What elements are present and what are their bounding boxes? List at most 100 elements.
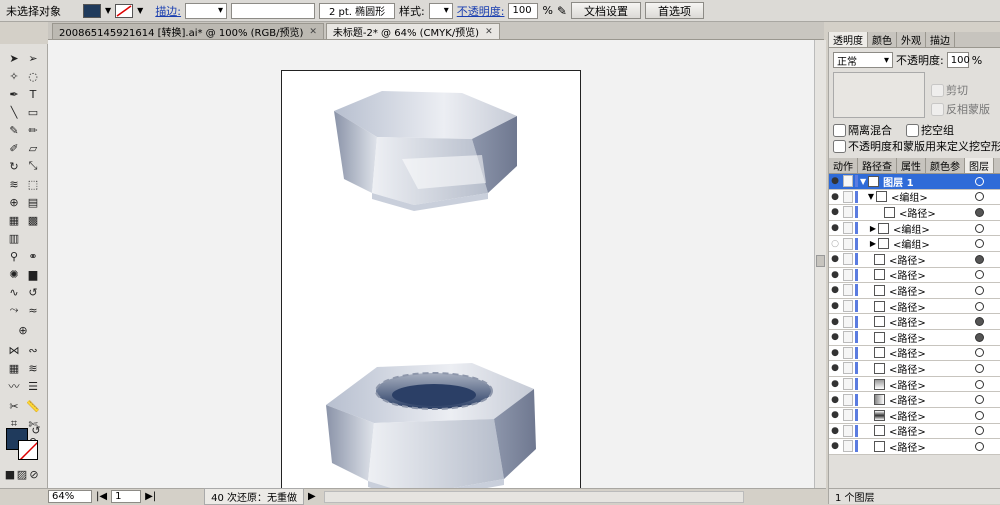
- stroke-weight-field[interactable]: ▾: [185, 2, 228, 19]
- lock-toggle[interactable]: [843, 331, 853, 344]
- eye-icon[interactable]: ●: [829, 207, 841, 217]
- layer-name[interactable]: <路径>: [889, 392, 926, 407]
- layer-row[interactable]: ● <路径>: [829, 407, 1000, 424]
- fill-swatch[interactable]: [83, 3, 101, 18]
- perspective-grid-tool-icon[interactable]: ▦: [5, 212, 23, 228]
- envelope-tool-icon[interactable]: ⋈: [5, 342, 23, 358]
- layer-row[interactable]: ● <路径>: [829, 298, 1000, 315]
- knockout-group-checkbox[interactable]: [906, 123, 919, 137]
- layer-row[interactable]: ● <路径>: [829, 392, 1000, 408]
- lock-toggle[interactable]: [843, 315, 853, 328]
- grid-tool-icon[interactable]: ▦: [5, 360, 23, 376]
- eye-icon[interactable]: ●: [829, 348, 841, 358]
- gradient-swatch-icon[interactable]: [24, 230, 42, 246]
- target-icon[interactable]: [975, 192, 984, 202]
- tab-actions[interactable]: 动作: [829, 158, 858, 173]
- lock-toggle[interactable]: [843, 346, 853, 359]
- warp-envelope-icon[interactable]: ∾: [24, 342, 42, 358]
- measure-tool-icon[interactable]: 📏: [24, 398, 42, 414]
- lasso-tool-icon[interactable]: ◌: [24, 68, 42, 84]
- eye-icon[interactable]: ●: [829, 270, 841, 280]
- layer-row[interactable]: ● ▼ <编组>: [829, 189, 1000, 206]
- layer-name[interactable]: <路径>: [889, 267, 926, 282]
- layer-name[interactable]: <编组>: [893, 236, 930, 251]
- target-icon[interactable]: [975, 207, 984, 217]
- symbol-sprayer-tool-icon[interactable]: ✺: [5, 266, 23, 282]
- canvas-area[interactable]: [48, 40, 814, 488]
- horizontal-scrollbar[interactable]: [323, 490, 744, 503]
- layer-name[interactable]: <路径>: [889, 299, 926, 314]
- lock-toggle[interactable]: [843, 175, 853, 188]
- gradient-tool-icon[interactable]: ▥: [5, 230, 23, 246]
- wave-tool-icon[interactable]: ≋: [24, 360, 42, 376]
- selection-tool-icon[interactable]: ➤: [5, 50, 23, 66]
- target-icon[interactable]: [975, 379, 984, 389]
- variable-width-dropdown[interactable]: [231, 2, 316, 19]
- brush-dropdown[interactable]: 2 pt. 椭圆形: [319, 2, 396, 19]
- lock-toggle[interactable]: [843, 300, 853, 313]
- target-icon[interactable]: [975, 410, 984, 420]
- eye-icon[interactable]: ●: [829, 285, 841, 295]
- target-icon[interactable]: [975, 270, 984, 280]
- invert-mask-checkbox[interactable]: [931, 102, 944, 116]
- layer-row[interactable]: ● <路径>: [829, 251, 1000, 268]
- recolor-icon[interactable]: ✎: [557, 4, 567, 18]
- blend-tool-icon[interactable]: ⚭: [24, 248, 42, 264]
- layer-name[interactable]: <路径>: [889, 345, 926, 360]
- lock-toggle[interactable]: [843, 222, 853, 235]
- eye-icon[interactable]: ●: [829, 223, 841, 233]
- layer-name[interactable]: <路径>: [889, 283, 926, 298]
- none-mode-icon[interactable]: ⊘: [28, 466, 40, 482]
- eye-icon[interactable]: ●: [829, 410, 841, 420]
- close-icon[interactable]: ✕: [309, 27, 317, 37]
- gradient-mode-icon[interactable]: ▨: [16, 466, 28, 482]
- eye-icon[interactable]: ●: [829, 395, 841, 405]
- layer-row[interactable]: ● <路径>: [829, 345, 1000, 362]
- lock-toggle[interactable]: [843, 237, 853, 250]
- swap-colors-icon[interactable]: ↺: [30, 422, 42, 438]
- eye-icon[interactable]: ○: [829, 239, 841, 249]
- pencil-tool-icon[interactable]: ✏: [24, 122, 42, 138]
- layer-row[interactable]: ● <路径>: [829, 314, 1000, 330]
- vertical-scrollbar[interactable]: [814, 40, 826, 488]
- eye-icon[interactable]: ●: [829, 332, 841, 342]
- chevron-right-icon[interactable]: ▶: [860, 239, 876, 248]
- tab-stroke[interactable]: 描边: [926, 32, 955, 47]
- eye-icon[interactable]: ●: [829, 317, 841, 327]
- zigzag-tool-icon[interactable]: 〰: [5, 378, 23, 394]
- warp-tool-icon[interactable]: ≋: [5, 176, 23, 192]
- free-transform-tool-icon[interactable]: ⬚: [24, 176, 42, 192]
- layer-name[interactable]: 图层 1: [883, 174, 913, 189]
- tab-transparency[interactable]: 透明度: [829, 32, 868, 47]
- eye-icon[interactable]: ●: [829, 176, 841, 186]
- stroke-color-swatch[interactable]: [18, 440, 38, 460]
- target-icon[interactable]: [975, 348, 984, 358]
- type-tool-icon[interactable]: T: [24, 86, 42, 102]
- target-icon[interactable]: [975, 317, 984, 327]
- chevron-right-icon[interactable]: ▶: [860, 224, 876, 233]
- panel-opacity-field[interactable]: 100: [946, 52, 970, 68]
- tab-attributes[interactable]: 属性: [897, 158, 926, 173]
- shape-builder-tool-icon[interactable]: ⊕: [5, 194, 23, 210]
- chevron-down-icon[interactable]: ▼: [137, 6, 143, 15]
- layer-name[interactable]: <编组>: [893, 221, 930, 236]
- eye-icon[interactable]: ●: [829, 192, 841, 202]
- mesh-tool-icon[interactable]: ▩: [24, 212, 42, 228]
- tab-color-guide[interactable]: 颜色参: [926, 158, 965, 173]
- next-page-icon[interactable]: ▶|: [145, 491, 156, 502]
- direct-selection-tool-icon[interactable]: ➢: [24, 50, 42, 66]
- lock-toggle[interactable]: [843, 424, 853, 437]
- layer-name[interactable]: <路径>: [889, 361, 926, 376]
- style-dropdown[interactable]: ▾: [428, 2, 453, 19]
- lock-toggle[interactable]: [843, 206, 853, 219]
- target-icon[interactable]: [975, 301, 984, 311]
- lock-toggle[interactable]: [843, 409, 853, 422]
- layer-row[interactable]: ○ ▶ <编组>: [829, 236, 1000, 252]
- layer-row[interactable]: ● <路径>: [829, 329, 1000, 346]
- eye-icon[interactable]: ●: [829, 441, 841, 451]
- list-tool-icon[interactable]: ☰: [24, 378, 42, 394]
- layer-name[interactable]: <路径>: [889, 314, 926, 329]
- layer-name[interactable]: <路径>: [889, 439, 926, 454]
- layer-name[interactable]: <路径>: [889, 330, 926, 345]
- eye-icon[interactable]: ●: [829, 254, 841, 264]
